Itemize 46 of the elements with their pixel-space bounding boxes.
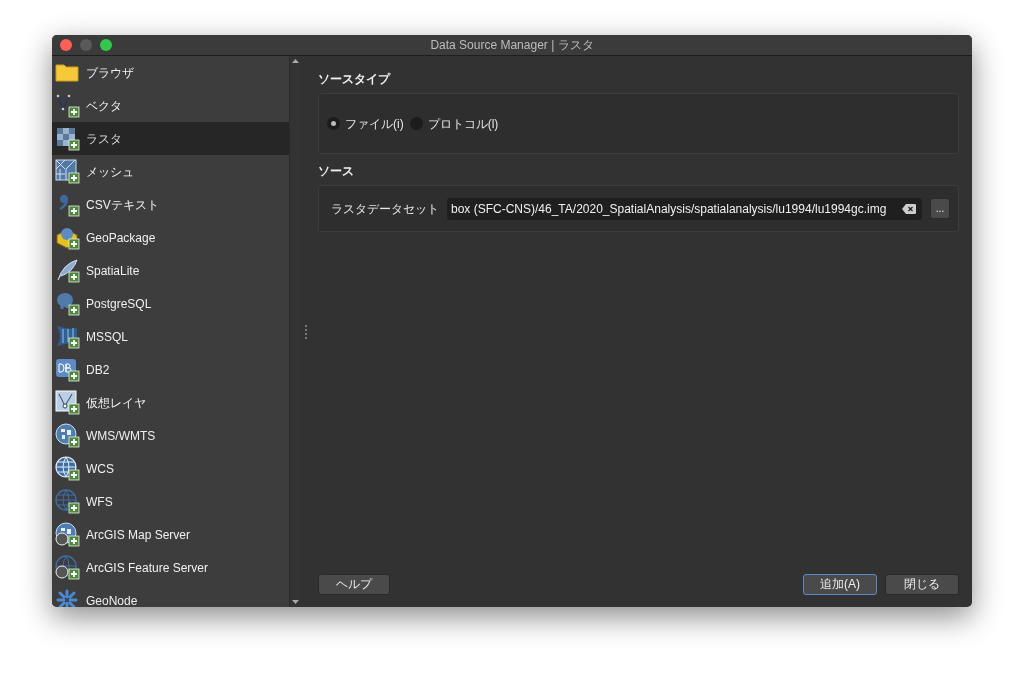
sidebar-item[interactable]: メッシュ (52, 155, 289, 188)
dialog-button[interactable]: ヘルプ (318, 574, 390, 595)
clear-icon[interactable] (902, 203, 916, 214)
globe-icon (55, 456, 80, 481)
sidebar-item[interactable]: WCS (52, 452, 289, 485)
close-icon[interactable] (60, 39, 72, 51)
radio-option[interactable]: プロトコル(l) (409, 114, 499, 133)
dialog-button[interactable]: 追加(A) (803, 574, 877, 595)
sidebar-item[interactable]: SpatiaLite (52, 254, 289, 287)
globe-icon (55, 489, 80, 514)
globe-icon (55, 522, 80, 547)
sidebar-item[interactable]: 仮想レイヤ (52, 386, 289, 419)
section-title: ソース (318, 163, 355, 180)
sidebar-item[interactable]: GeoNode (52, 584, 289, 607)
scrollbar[interactable] (289, 56, 301, 607)
zoom-icon[interactable] (100, 39, 112, 51)
sidebar-item[interactable]: ベクタ (52, 89, 289, 122)
section-title: ソースタイプ (318, 71, 392, 88)
sidebar-item[interactable]: ArcGIS Map Server (52, 518, 289, 551)
vector-icon (55, 93, 80, 118)
mesh-icon (55, 159, 80, 184)
dialog-button[interactable]: 閉じる (885, 574, 959, 595)
sidebar-item[interactable]: ブラウザ (52, 56, 289, 89)
path-input-field[interactable]: box (SFC-CNS)/46_TA/2020_SpatialAnalysis/spatialanalysis/lu1994/lu1994gc.img (447, 197, 922, 220)
geopackage-icon (55, 225, 80, 250)
sidebar-item[interactable]: GeoPackage (52, 221, 289, 254)
raster-icon (55, 126, 80, 151)
sidebar-item[interactable]: PostgreSQL (52, 287, 289, 320)
field-label: ラスタデータセット (331, 200, 439, 218)
globe-icon (55, 555, 80, 580)
sidebar-item[interactable]: WFS (52, 485, 289, 518)
sidebar-item[interactable]: ラスタ (52, 122, 289, 155)
network-icon (55, 588, 80, 607)
browse-button[interactable]: ... (930, 198, 950, 219)
window-title: Data Source Manager | ラスタ (429, 37, 595, 54)
sidebar-item[interactable]: MSSQL (52, 320, 289, 353)
virtual-layer-icon (55, 390, 80, 415)
sidebar-item[interactable]: WMS/WMTS (52, 419, 289, 452)
sidebar-item[interactable]: DB2 (52, 353, 289, 386)
radio-option[interactable]: ファイル(i) (327, 114, 404, 133)
sidebar-item[interactable]: ArcGIS Feature Server (52, 551, 289, 584)
splitter-handle-icon[interactable] (304, 324, 308, 339)
sidebar-item[interactable]: CSVテキスト (52, 188, 289, 221)
globe-icon (55, 423, 80, 448)
radio-dot-icon (331, 121, 336, 126)
feather-icon (55, 258, 80, 283)
